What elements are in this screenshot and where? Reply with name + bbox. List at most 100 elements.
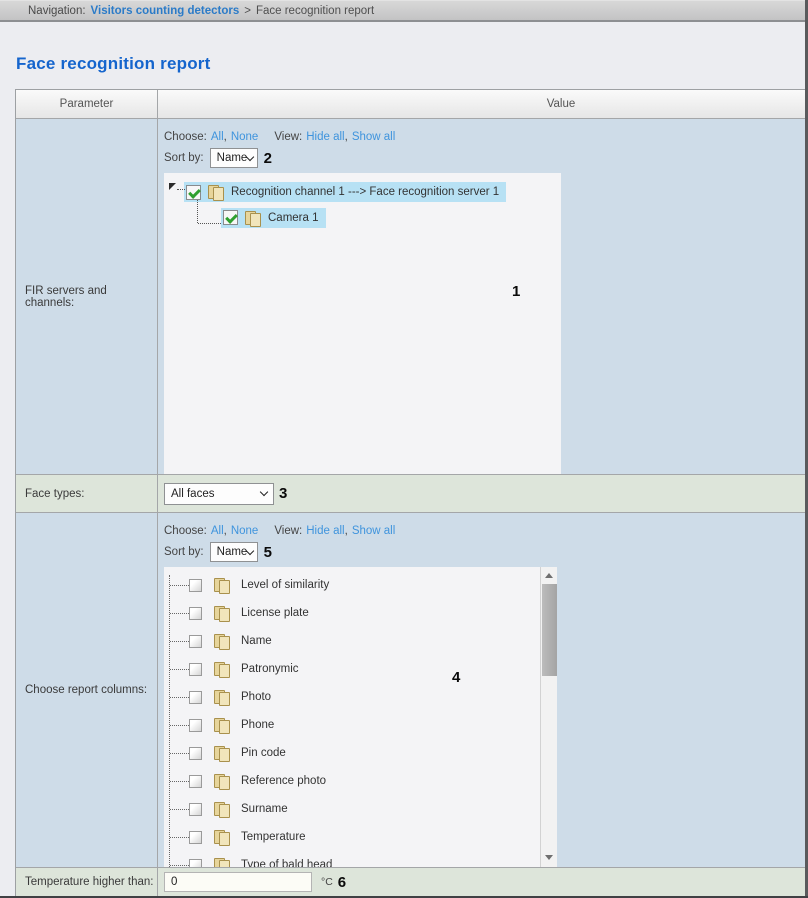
report-columns-items: Level of similarity License plate [164, 567, 540, 867]
report-column-item[interactable]: Pin code [170, 739, 540, 767]
header-parameter-label: Parameter [60, 98, 114, 110]
folder-icon [214, 858, 230, 867]
report-column-item[interactable]: License plate [170, 599, 540, 627]
fir-label: FIR servers and channels: [16, 285, 157, 309]
checkbox-unchecked-icon[interactable] [189, 691, 202, 704]
folder-icon [245, 211, 261, 225]
nav-link-visitors-counting[interactable]: Visitors counting detectors [91, 5, 240, 17]
temperature-unit: °C [321, 876, 333, 888]
report-column-item[interactable]: Temperature [170, 823, 540, 851]
report-column-item-label: Phone [241, 719, 274, 731]
columns-list-controls: Choose: All, None View: Hide all, Show a… [164, 525, 808, 537]
view-label: View: [274, 525, 302, 537]
folder-icon [214, 634, 230, 648]
checkbox-unchecked-icon[interactable] [189, 719, 202, 732]
folder-icon [214, 690, 230, 704]
tree-connector [197, 200, 198, 223]
report-column-item[interactable]: Name [170, 627, 540, 655]
checkbox-checked-icon[interactable] [223, 210, 238, 225]
row-fir-servers: FIR servers and channels: Choose: All, N… [16, 119, 808, 475]
tree-connector [170, 613, 189, 614]
folder-icon [214, 606, 230, 620]
chevron-down-icon [260, 488, 268, 496]
callout-4: 4 [452, 669, 460, 686]
chevron-down-icon [246, 546, 254, 554]
face-types-select[interactable]: All faces [164, 483, 274, 505]
report-column-item-label: License plate [241, 607, 309, 619]
tree-item-recognition-channel[interactable]: Recognition channel 1 ---> Face recognit… [184, 182, 506, 202]
show-all-link[interactable]: Show all [352, 525, 395, 537]
checkbox-unchecked-icon[interactable] [189, 831, 202, 844]
show-all-link[interactable]: Show all [352, 131, 395, 143]
choose-all-link[interactable]: All [211, 525, 224, 537]
comma: , [224, 525, 227, 537]
report-column-item[interactable]: Photo [170, 683, 540, 711]
fir-list-controls: Choose: All, None View: Hide all, Show a… [164, 131, 808, 143]
choose-none-link[interactable]: None [231, 525, 259, 537]
report-column-item-label: Type of bald head [241, 859, 332, 867]
checkbox-unchecked-icon[interactable] [189, 607, 202, 620]
choose-label: Choose: [164, 131, 207, 143]
sort-select-value: Name [217, 546, 248, 558]
temperature-input[interactable] [164, 872, 312, 892]
scroll-up-icon[interactable] [545, 573, 553, 578]
tree-connector [170, 669, 189, 670]
list-scrollbar[interactable] [540, 567, 557, 867]
folder-icon [214, 774, 230, 788]
report-column-item[interactable]: Type of bald head [170, 851, 540, 867]
tree-connector [170, 697, 189, 698]
report-column-item-label: Name [241, 635, 272, 647]
hide-all-link[interactable]: Hide all [306, 131, 344, 143]
report-column-item[interactable]: Phone [170, 711, 540, 739]
callout-5: 5 [264, 544, 272, 561]
fir-sort-select[interactable]: Name [210, 148, 258, 168]
tree-connector [170, 753, 189, 754]
tree-item-label: Camera 1 [268, 212, 319, 224]
checkbox-checked-icon[interactable] [186, 185, 201, 200]
folder-icon [214, 802, 230, 816]
report-column-item[interactable]: Reference photo [170, 767, 540, 795]
face-types-value-cell: All faces 3 [158, 475, 808, 512]
checkbox-unchecked-icon[interactable] [189, 747, 202, 760]
sort-by-label: Sort by: [164, 546, 204, 558]
table-header-row: Parameter Value [16, 90, 808, 119]
nav-prefix-label: Navigation: [28, 5, 86, 17]
report-column-item-label: Reference photo [241, 775, 326, 787]
folder-icon [214, 830, 230, 844]
callout-3: 3 [279, 485, 287, 502]
report-column-item[interactable]: Surname [170, 795, 540, 823]
checkbox-unchecked-icon[interactable] [189, 663, 202, 676]
header-value-label: Value [547, 98, 576, 110]
checkbox-unchecked-icon[interactable] [189, 635, 202, 648]
tree-item-label: Recognition channel 1 ---> Face recognit… [231, 186, 499, 198]
tree-item-camera[interactable]: Camera 1 [221, 208, 326, 228]
report-columns-value-cell: Choose: All, None View: Hide all, Show a… [158, 513, 808, 867]
report-column-item[interactable]: Level of similarity [170, 571, 540, 599]
report-column-item-label: Level of similarity [241, 579, 329, 591]
navigation-bar: Navigation: Visitors counting detectors … [0, 0, 808, 22]
fir-channel-tree: Recognition channel 1 ---> Face recognit… [164, 173, 561, 474]
hide-all-link[interactable]: Hide all [306, 525, 344, 537]
callout-2: 2 [264, 150, 272, 167]
temperature-parameter-cell: Temperature higher than: [16, 868, 158, 896]
report-column-item-label: Pin code [241, 747, 286, 759]
checkbox-unchecked-icon[interactable] [189, 803, 202, 816]
callout-6: 6 [338, 874, 346, 891]
checkbox-unchecked-icon[interactable] [189, 579, 202, 592]
report-column-item[interactable]: Patronymic [170, 655, 540, 683]
folder-icon [214, 718, 230, 732]
tree-expander-icon[interactable] [169, 183, 176, 190]
chevron-down-icon [246, 152, 254, 160]
columns-sort-select[interactable]: Name [210, 542, 258, 562]
tree-connector [170, 809, 189, 810]
checkbox-unchecked-icon[interactable] [189, 859, 202, 868]
tree-connector [170, 585, 189, 586]
choose-label: Choose: [164, 525, 207, 537]
scrollbar-thumb[interactable] [542, 584, 557, 676]
choose-none-link[interactable]: None [231, 131, 259, 143]
choose-all-link[interactable]: All [211, 131, 224, 143]
scroll-down-icon[interactable] [545, 855, 553, 860]
checkbox-unchecked-icon[interactable] [189, 775, 202, 788]
row-report-columns: Choose report columns: Choose: All, None… [16, 513, 808, 868]
comma: , [345, 131, 348, 143]
